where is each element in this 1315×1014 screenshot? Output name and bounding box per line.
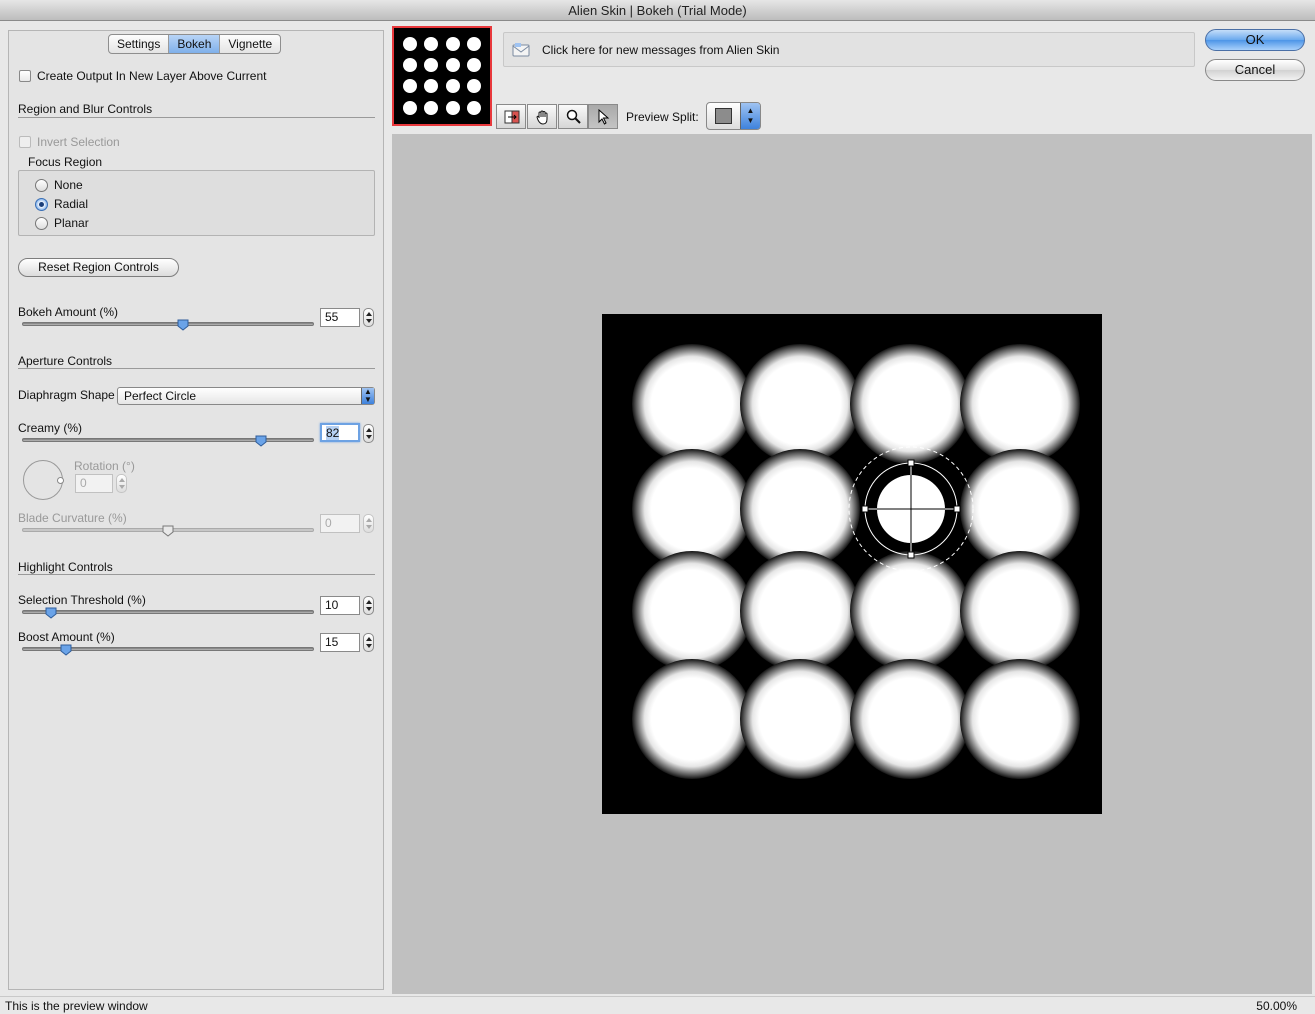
message-envelope-icon <box>512 42 530 61</box>
creamy-slider[interactable] <box>22 438 314 442</box>
radial-focus-widget[interactable] <box>846 444 976 574</box>
rotation-dial-knob[interactable] <box>57 477 64 484</box>
arrow-tool-button[interactable] <box>588 104 618 129</box>
zoom-tool-button[interactable] <box>558 104 588 129</box>
creamy-stepper[interactable] <box>363 424 374 443</box>
focus-region-group: None Radial Planar <box>18 170 375 236</box>
rotation-label: Rotation (°) <box>74 459 135 473</box>
split-none-icon <box>715 108 732 124</box>
bokeh-amount-slider[interactable] <box>22 322 314 326</box>
section-divider <box>18 368 375 369</box>
reset-region-button[interactable]: Reset Region Controls <box>18 258 179 277</box>
hand-tool-button[interactable] <box>527 104 557 129</box>
selection-threshold-slider-thumb[interactable] <box>45 607 57 619</box>
region-section-title: Region and Blur Controls <box>18 102 153 116</box>
boost-amount-label: Boost Amount (%) <box>18 630 115 644</box>
bokeh-amount-input[interactable]: 55 <box>320 308 360 327</box>
invert-selection-label: Invert Selection <box>37 135 120 149</box>
thumbnail-dots-image <box>403 37 481 115</box>
tab-bar: Settings Bokeh Vignette <box>108 34 282 54</box>
messages-text[interactable]: Click here for new messages from Alien S… <box>542 43 779 57</box>
rotation-dial[interactable] <box>23 460 64 500</box>
tab-settings[interactable]: Settings <box>109 35 170 53</box>
radio-none-label: None <box>54 178 83 192</box>
arrow-icon <box>598 108 610 128</box>
selection-threshold-stepper[interactable] <box>363 596 374 615</box>
creamy-label: Creamy (%) <box>18 421 83 435</box>
zoom-icon <box>566 109 582 128</box>
hand-icon <box>535 109 551 128</box>
creamy-input[interactable]: 82 <box>320 423 360 442</box>
diaphragm-shape-label: Diaphragm Shape <box>18 388 115 402</box>
messages-bar[interactable]: Click here for new messages from Alien S… <box>503 32 1195 67</box>
selection-threshold-input[interactable]: 10 <box>320 596 360 615</box>
highlight-section-title: Highlight Controls <box>18 560 113 574</box>
tab-vignette[interactable]: Vignette <box>220 35 280 53</box>
window-title: Alien Skin | Bokeh (Trial Mode) <box>0 0 1315 21</box>
select-arrows-icon: ▲ ▼ <box>361 388 374 404</box>
cancel-button[interactable]: Cancel <box>1205 59 1305 81</box>
preview-window[interactable] <box>392 134 1312 994</box>
ok-button[interactable]: OK <box>1205 29 1305 51</box>
controls-panel: Settings Bokeh Vignette Create Output In… <box>8 30 384 990</box>
focus-region-label: Focus Region <box>28 155 103 169</box>
bokeh-amount-label: Bokeh Amount (%) <box>18 305 119 319</box>
boost-amount-input[interactable]: 15 <box>320 633 360 652</box>
boost-amount-slider-thumb[interactable] <box>60 644 72 656</box>
creamy-value: 82 <box>326 426 340 440</box>
blade-curvature-stepper[interactable] <box>363 514 374 533</box>
rotation-input[interactable]: 0 <box>75 474 113 493</box>
aperture-section-title: Aperture Controls <box>18 354 113 368</box>
blade-curvature-slider-thumb[interactable] <box>162 525 174 537</box>
section-divider <box>18 574 375 575</box>
tab-bokeh[interactable]: Bokeh <box>169 35 221 53</box>
radio-planar-label: Planar <box>54 216 89 230</box>
creamy-slider-thumb[interactable] <box>255 435 267 447</box>
boost-amount-stepper[interactable] <box>363 633 374 652</box>
navigator-thumbnail[interactable] <box>392 26 492 126</box>
preview-image[interactable] <box>602 314 1102 814</box>
diaphragm-shape-select[interactable]: Perfect Circle ▲ ▼ <box>117 387 375 405</box>
bokeh-amount-stepper[interactable] <box>363 308 374 327</box>
radio-none[interactable] <box>35 179 48 192</box>
selection-threshold-label: Selection Threshold (%) <box>18 593 146 607</box>
rotation-stepper[interactable] <box>116 474 127 493</box>
create-output-checkbox[interactable] <box>19 70 31 82</box>
preview-split-select[interactable]: ▲ ▼ <box>706 102 761 130</box>
invert-selection-checkbox[interactable] <box>19 136 31 148</box>
compare-tool-button[interactable] <box>496 104 526 129</box>
radio-planar[interactable] <box>35 217 48 230</box>
status-bar: This is the preview window 50.00% <box>0 996 1315 1014</box>
diaphragm-shape-value: Perfect Circle <box>124 389 197 403</box>
preview-split-label: Preview Split: <box>626 110 699 124</box>
blade-curvature-input[interactable]: 0 <box>320 514 360 533</box>
bokeh-amount-slider-thumb[interactable] <box>177 319 189 331</box>
select-arrows-icon: ▲ ▼ <box>740 103 760 129</box>
section-divider <box>18 117 375 118</box>
radio-radial[interactable] <box>35 198 48 211</box>
create-output-label: Create Output In New Layer Above Current <box>37 69 267 83</box>
status-text: This is the preview window <box>5 999 148 1013</box>
blade-curvature-label: Blade Curvature (%) <box>18 511 127 525</box>
selection-threshold-slider[interactable] <box>22 610 314 614</box>
radio-radial-label: Radial <box>54 197 89 211</box>
zoom-level: 50.00% <box>1256 999 1297 1013</box>
compare-icon <box>503 109 521 128</box>
